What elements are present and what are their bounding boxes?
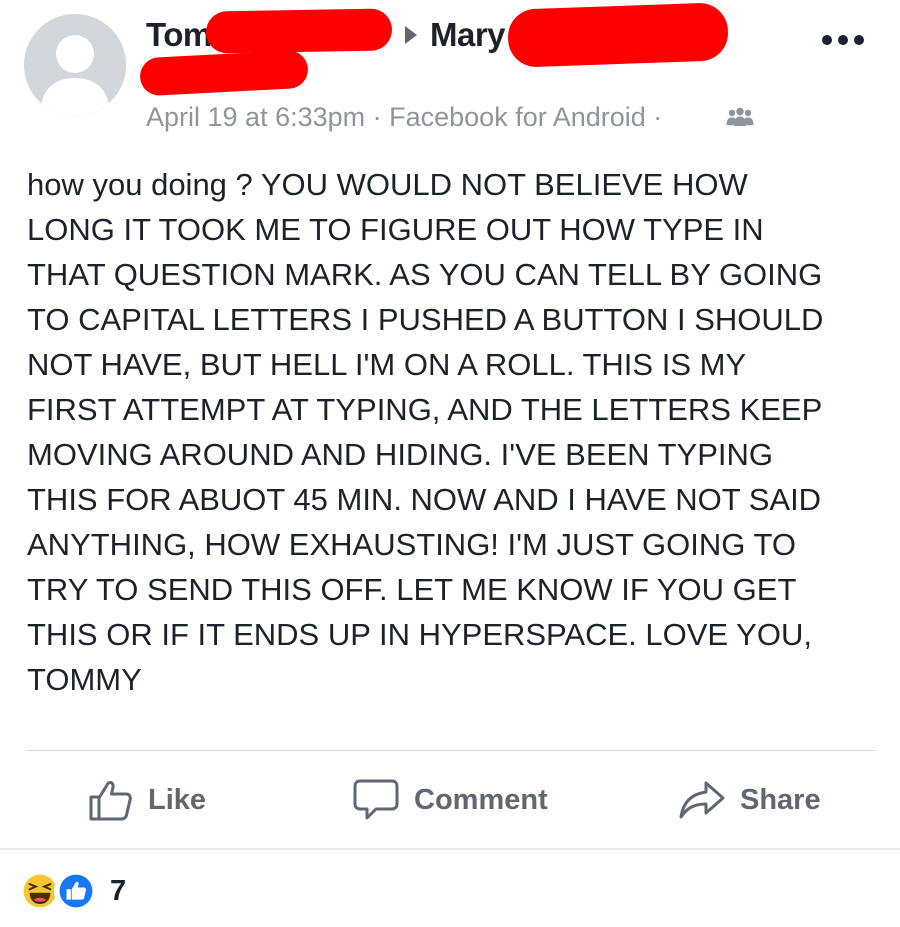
avatar[interactable] (24, 14, 126, 116)
like-button[interactable]: Like (88, 772, 206, 828)
reaction-count: 7 (110, 874, 127, 907)
message-line: how you doing ? YOU WOULD NOT BELIEVE HO… (27, 167, 748, 202)
recipient-name[interactable]: Mary (430, 16, 506, 54)
meta-separator: · (645, 102, 663, 132)
reaction-summary[interactable]: 7 (18, 868, 126, 914)
post-source: Facebook for Android (389, 102, 646, 132)
like-label: Like (148, 783, 207, 816)
redaction-mark (139, 49, 309, 97)
message-line: ANYTHING, HOW EXHAUSTING! I'M JUST GOING… (27, 527, 796, 562)
message-line: MOVING AROUND AND HIDING. I'VE BEEN TYPI… (27, 437, 774, 472)
thumbs-up-icon (89, 781, 132, 821)
message-line: NOT HAVE, BUT HELL I'M ON A ROLL. THIS I… (27, 347, 747, 382)
redaction-mark (507, 2, 729, 68)
message-line: FIRST ATTEMPT AT TYPING, AND THE LETTERS… (27, 392, 823, 427)
facebook-post: Tom Mary April 19 at 6:33pm · Facebook f… (0, 0, 900, 927)
message-line: THAT QUESTION MARK. AS YOU CAN TELL BY G… (27, 257, 823, 292)
message-line: TOMMY (27, 662, 142, 697)
post-message: how you doing ? YOU WOULD NOT BELIEVE HO… (27, 162, 887, 702)
post-meta: April 19 at 6:33pm · Facebook for Androi… (146, 102, 662, 133)
message-line: LONG IT TOOK ME TO FIGURE OUT HOW TYPE I… (27, 212, 764, 247)
message-line: TO CAPITAL LETTERS I PUSHED A BUTTON I S… (27, 302, 824, 337)
share-icon (679, 781, 725, 819)
more-options-icon[interactable] (822, 30, 874, 50)
divider (26, 750, 876, 751)
friends-icon[interactable] (726, 106, 754, 128)
message-line: THIS FOR ABUOT 45 MIN. NOW AND I HAVE NO… (27, 482, 822, 517)
comment-icon (353, 779, 399, 820)
share-button[interactable]: Share (678, 772, 821, 828)
message-line: TRY TO SEND THIS OFF. LET ME KNOW IF YOU… (27, 572, 797, 607)
author-name[interactable]: Tom (146, 16, 212, 54)
share-label: Share (740, 783, 821, 816)
comment-label: Comment (414, 783, 548, 816)
divider (0, 848, 900, 850)
like-reaction-icon (54, 869, 98, 913)
default-profile-icon (24, 14, 126, 116)
meta-separator: · (365, 102, 390, 132)
comment-button[interactable]: Comment (352, 772, 548, 828)
post-timestamp[interactable]: April 19 at 6:33pm (146, 102, 365, 132)
redaction-mark (205, 8, 393, 54)
message-line: THIS OR IF IT ENDS UP IN HYPERSPACE. LOV… (27, 617, 812, 652)
arrow-right-icon (405, 26, 417, 44)
